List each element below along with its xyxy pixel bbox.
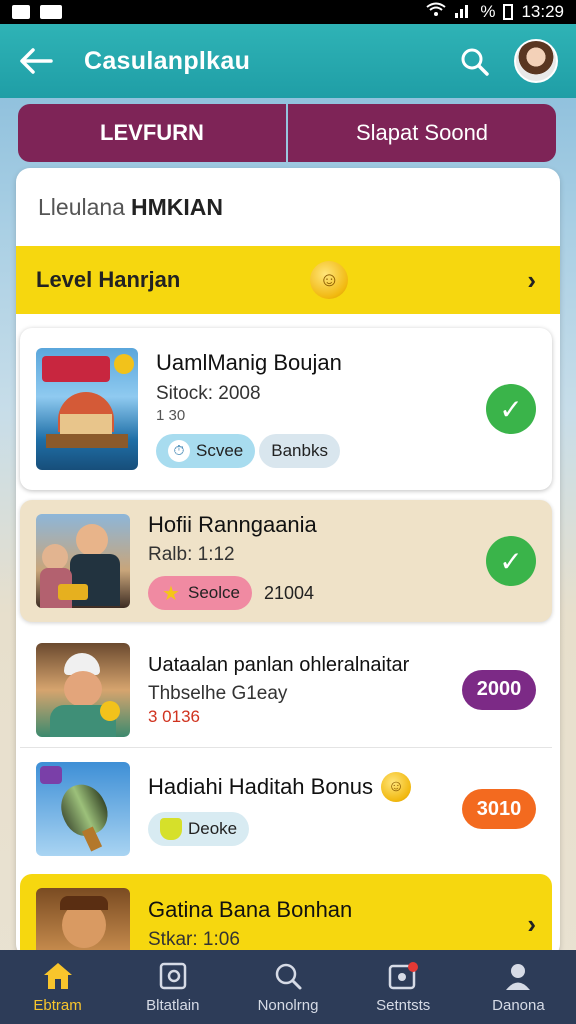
nav-item-search[interactable]: Nonolrng	[230, 950, 345, 1024]
thumbnail-image	[36, 348, 138, 470]
thumbnail-image	[36, 762, 130, 856]
bottom-nav: Ebtram Bltatlain Nonolrng Setntsts Danon…	[0, 950, 576, 1024]
chip-label: Deoke	[188, 819, 238, 838]
chip-label: Scvee	[196, 440, 244, 460]
nav-label: Danona	[492, 996, 545, 1014]
chip-seolce[interactable]: ★ Seolce	[148, 576, 252, 611]
card-meta: 1 30	[156, 406, 186, 424]
nav-item-home[interactable]: Ebtram	[0, 950, 115, 1024]
chip-row: ★ Seolce 21004	[148, 576, 476, 611]
app-title: Casulanplkau	[84, 46, 251, 75]
tab-levfurn[interactable]: LEVFURN	[18, 104, 286, 162]
chip-row: ⏱ Scvee Banbks	[156, 433, 476, 468]
card-title: UamlManig Boujan	[156, 350, 342, 376]
list-item[interactable]: Uataalan panlan ohleralnaitar Thbselhe G…	[20, 632, 552, 748]
card-body: Hofii Ranngaania Ralb: 1:12 ★ Seolce 210…	[148, 511, 476, 611]
signal-icon	[454, 2, 472, 23]
avatar[interactable]	[514, 39, 558, 83]
status-bar: % 13:29	[0, 0, 576, 24]
timer-icon: ⏱	[168, 439, 190, 462]
list-item[interactable]: Hadiahi Haditah Bonus ☺ Deoke 3010	[20, 750, 552, 868]
map-icon	[40, 5, 62, 19]
chip-banbks[interactable]: Banbks	[259, 433, 340, 468]
chip-label: Seolce	[188, 583, 240, 603]
image-icon	[12, 5, 30, 19]
clock: 13:29	[521, 2, 564, 21]
wifi-icon	[426, 2, 446, 23]
nav-label: Nonolrng	[257, 996, 319, 1014]
panel-heading-light: Lleulana	[38, 193, 125, 220]
chip-label: Banbks	[271, 440, 328, 460]
card-title: Hadiahi Haditah Bonus ☺	[148, 772, 452, 802]
list-item[interactable]: UamlManig Boujan Sitock: 2008 1 30 ⏱ Scv…	[20, 328, 552, 490]
tab-bar: LEVFURN Slapat Soond	[18, 104, 556, 162]
smiley-icon: ☺	[381, 772, 412, 802]
home-icon	[42, 961, 74, 991]
content-panel: Lleulana HMKIAN Level Hanrjan ☺ › UamlMa…	[16, 168, 560, 958]
chip-row: Deoke	[148, 812, 452, 846]
nav-label: Setntsts	[376, 996, 431, 1014]
chip-deoke[interactable]: Deoke	[148, 812, 250, 846]
card-meta: 3 0136	[148, 706, 200, 726]
nav-item-gallery[interactable]: Bltatlain	[115, 950, 230, 1024]
thumbnail-image	[36, 514, 130, 608]
gallery-icon	[157, 961, 189, 991]
card-body: Uataalan panlan ohleralnaitar Thbselhe G…	[148, 653, 452, 727]
notification-icon	[387, 961, 419, 991]
card-subtitle: Ralb: 1:12	[148, 544, 235, 566]
value-pill[interactable]: 2000	[462, 669, 536, 710]
level-bar-label: Level Hanrjan	[36, 267, 181, 292]
chip-scvee[interactable]: ⏱ Scvee	[156, 433, 256, 468]
nav-item-profile[interactable]: Danona	[461, 950, 576, 1024]
thumbnail-image	[36, 642, 130, 737]
battery-label: %	[480, 2, 496, 21]
list-item[interactable]: Gatina Bana Bonhan Stkar: 1:06 ›	[20, 874, 552, 958]
card-subtitle: Thbselhe G1eay	[148, 682, 288, 704]
card-body: Hadiahi Haditah Bonus ☺ Deoke	[148, 772, 452, 846]
check-icon[interactable]: ✓	[486, 536, 536, 586]
chevron-right-icon: ›	[527, 908, 536, 939]
search-icon[interactable]	[456, 43, 492, 79]
card-title: Gatina Bana Bonhan	[148, 896, 353, 922]
list-item[interactable]: Hofii Ranngaania Ralb: 1:12 ★ Seolce 210…	[20, 500, 552, 622]
level-bar[interactable]: Level Hanrjan ☺ ›	[16, 246, 560, 314]
value-pill[interactable]: 3010	[462, 789, 536, 829]
star-icon: ★	[162, 582, 180, 605]
profile-icon	[502, 961, 534, 991]
tab-slapat-soond[interactable]: Slapat Soond	[288, 104, 556, 162]
nav-label: Ebtram	[33, 996, 82, 1014]
app-header: Casulanplkau	[0, 24, 576, 98]
card-body: UamlManig Boujan Sitock: 2008 1 30 ⏱ Scv…	[156, 350, 476, 468]
chevron-right-icon: ›	[527, 264, 536, 295]
panel-heading-bold: HMKIAN	[130, 193, 223, 220]
card-subtitle: Sitock: 2008	[156, 382, 261, 404]
thumbnail-image	[36, 888, 130, 958]
card-body: Gatina Bana Bonhan Stkar: 1:06	[148, 897, 527, 951]
search-icon	[272, 961, 304, 991]
nav-item-notifications[interactable]: Setntsts	[346, 950, 461, 1024]
panel-heading: Lleulana HMKIAN	[16, 168, 560, 246]
card-subtitle: Stkar: 1:06	[148, 929, 240, 951]
cup-icon	[160, 818, 182, 840]
card-title-text: Hadiahi Haditah Bonus	[148, 773, 374, 799]
card-title: Hofii Ranngaania	[148, 511, 317, 537]
check-icon[interactable]: ✓	[486, 384, 536, 434]
card-value: 21004	[263, 582, 315, 603]
back-arrow-icon[interactable]	[18, 43, 54, 79]
card-title: Uataalan panlan ohleralnaitar	[148, 653, 410, 676]
smiley-coin-icon: ☺	[310, 261, 349, 299]
nav-label: Bltatlain	[146, 996, 200, 1014]
battery-icon	[503, 4, 514, 20]
